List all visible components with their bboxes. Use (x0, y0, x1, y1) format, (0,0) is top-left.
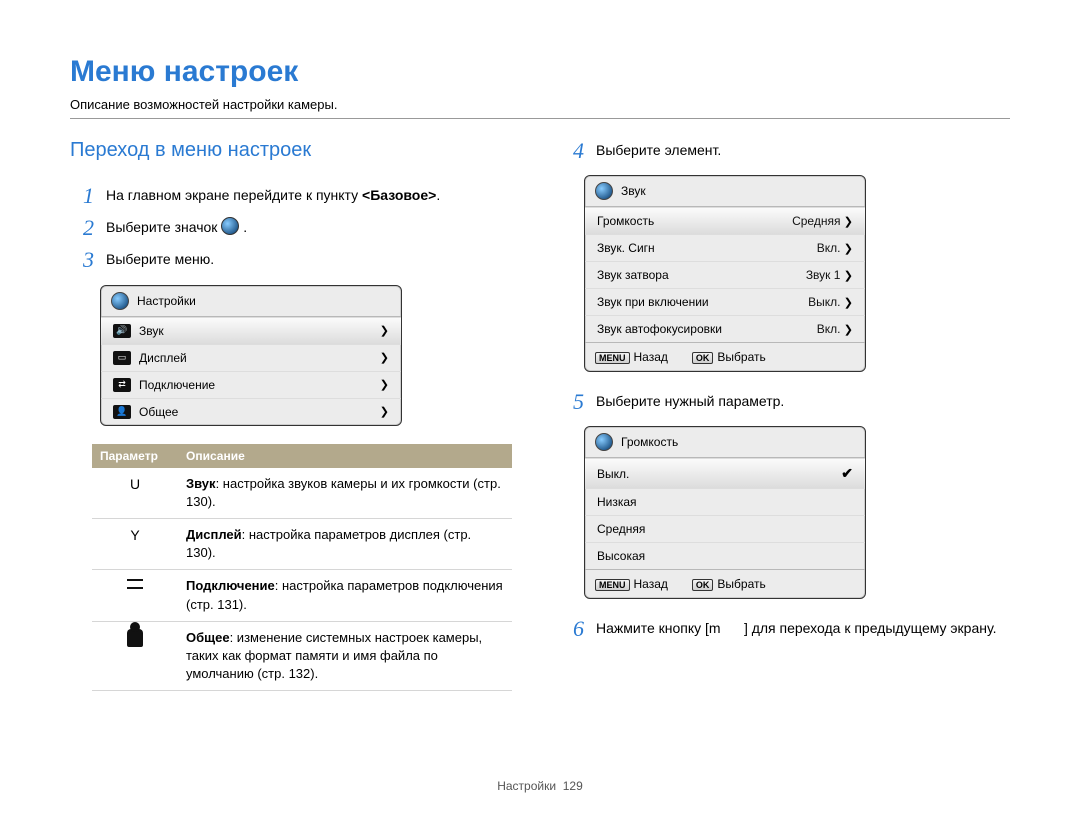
list-item[interactable]: 🔊 Звук ❯ (101, 317, 401, 344)
list-item-label: Подключение (139, 378, 215, 392)
step-number: 4 (560, 139, 584, 163)
list-item[interactable]: Низкая (585, 488, 865, 515)
list-item-label: Звук при включении (597, 295, 709, 309)
section-heading: Переход в меню настроек (70, 139, 520, 162)
list-item[interactable]: Средняя (585, 515, 865, 542)
camera-screen-settings: Настройки 🔊 Звук ❯ ▭ Дисплей ❯ ⇄ Подключ… (100, 285, 402, 426)
chevron-right-icon: ❯ (844, 324, 853, 336)
step-text: Выберите меню. (106, 248, 520, 272)
person-icon: 👤 (113, 405, 131, 419)
step-number: 6 (560, 617, 584, 641)
chevron-right-icon: ❯ (844, 270, 853, 282)
connection-icon (92, 570, 178, 621)
menu-badge: MENU (595, 579, 630, 591)
list-item-label: Средняя (597, 522, 645, 536)
list-item-label: Громкость (597, 214, 654, 228)
list-item-label: Дисплей (139, 351, 187, 365)
table-row: Y Дисплей: настройка параметров дисплея … (92, 518, 512, 569)
list-item[interactable]: Звук при включении Выкл. ❯ (585, 288, 865, 315)
gear-icon (221, 217, 239, 235)
list-item[interactable]: Выкл. ✔ (585, 458, 865, 488)
list-item-label: Звук (139, 324, 164, 338)
camera-title: Громкость (621, 435, 678, 449)
chevron-right-icon: ❯ (844, 216, 853, 228)
check-icon: ✔ (841, 465, 853, 482)
table-header-desc: Описание (178, 444, 512, 468)
table-header-param: Параметр (92, 444, 178, 468)
param-symbol: Y (92, 518, 178, 569)
page-footer: Настройки 129 (0, 779, 1080, 793)
chevron-right-icon: ❯ (844, 243, 853, 255)
step-text: Выберите элемент. (596, 139, 1010, 163)
divider (70, 118, 1010, 119)
list-item[interactable]: Высокая (585, 542, 865, 569)
param-symbol: U (92, 468, 178, 519)
person-icon (92, 621, 178, 691)
list-item-label: Звук автофокусировки (597, 322, 722, 336)
back-label[interactable]: Назад (634, 350, 668, 364)
ok-badge: OK (692, 352, 714, 364)
page-title: Меню настроек (70, 55, 1010, 89)
chevron-right-icon: ❯ (380, 405, 389, 418)
select-label[interactable]: Выбрать (717, 577, 765, 591)
list-item-label: Низкая (597, 495, 637, 509)
camera-screen-volume: Громкость Выкл. ✔ Низкая Средняя Высокая… (584, 426, 866, 599)
back-label[interactable]: Назад (634, 577, 668, 591)
list-item[interactable]: Звук автофокусировки Вкл. ❯ (585, 315, 865, 342)
camera-title: Звук (621, 184, 646, 198)
ok-badge: OK (692, 579, 714, 591)
table-row: Общее: изменение системных настроек каме… (92, 621, 512, 691)
table-row: Подключение: настройка параметров подклю… (92, 570, 512, 621)
step-number: 3 (70, 248, 94, 272)
list-item[interactable]: Громкость Средняя ❯ (585, 207, 865, 234)
chevron-right-icon: ❯ (380, 378, 389, 391)
list-item-label: Звук затвора (597, 268, 669, 282)
list-item-label: Высокая (597, 549, 645, 563)
chevron-right-icon: ❯ (844, 297, 853, 309)
chevron-right-icon: ❯ (380, 324, 389, 337)
page-subtitle: Описание возможностей настройки камеры. (70, 97, 1010, 112)
list-item-label: Общее (139, 405, 178, 419)
connection-icon: ⇄ (113, 378, 131, 392)
step-number: 1 (70, 184, 94, 208)
step-text: На главном экране перейдите к пункту <Ба… (106, 184, 520, 208)
list-item[interactable]: ▭ Дисплей ❯ (101, 344, 401, 371)
step-number: 5 (560, 390, 584, 414)
chevron-right-icon: ❯ (380, 351, 389, 364)
table-row: U Звук: настройка звуков камеры и их гро… (92, 468, 512, 519)
list-item[interactable]: Звук затвора Звук 1 ❯ (585, 261, 865, 288)
list-item-label: Звук. Сигн (597, 241, 655, 255)
camera-screen-sound: Звук Громкость Средняя ❯ Звук. Сигн Вкл.… (584, 175, 866, 372)
list-item-label: Выкл. (597, 467, 629, 481)
step-number: 2 (70, 216, 94, 240)
step-text: Выберите значок . (106, 216, 520, 240)
display-icon: ▭ (113, 351, 131, 365)
gear-icon (111, 292, 129, 310)
menu-badge: MENU (595, 352, 630, 364)
step-text: Нажмите кнопку [m ] для перехода к преды… (596, 617, 1010, 641)
step-text: Выберите нужный параметр. (596, 390, 1010, 414)
parameter-table: Параметр Описание U Звук: настройка звук… (92, 444, 512, 692)
sound-icon: 🔊 (113, 324, 131, 338)
gear-icon (595, 433, 613, 451)
gear-icon (595, 182, 613, 200)
list-item[interactable]: 👤 Общее ❯ (101, 398, 401, 425)
list-item[interactable]: Звук. Сигн Вкл. ❯ (585, 234, 865, 261)
list-item[interactable]: ⇄ Подключение ❯ (101, 371, 401, 398)
camera-title: Настройки (137, 294, 196, 308)
select-label[interactable]: Выбрать (717, 350, 765, 364)
